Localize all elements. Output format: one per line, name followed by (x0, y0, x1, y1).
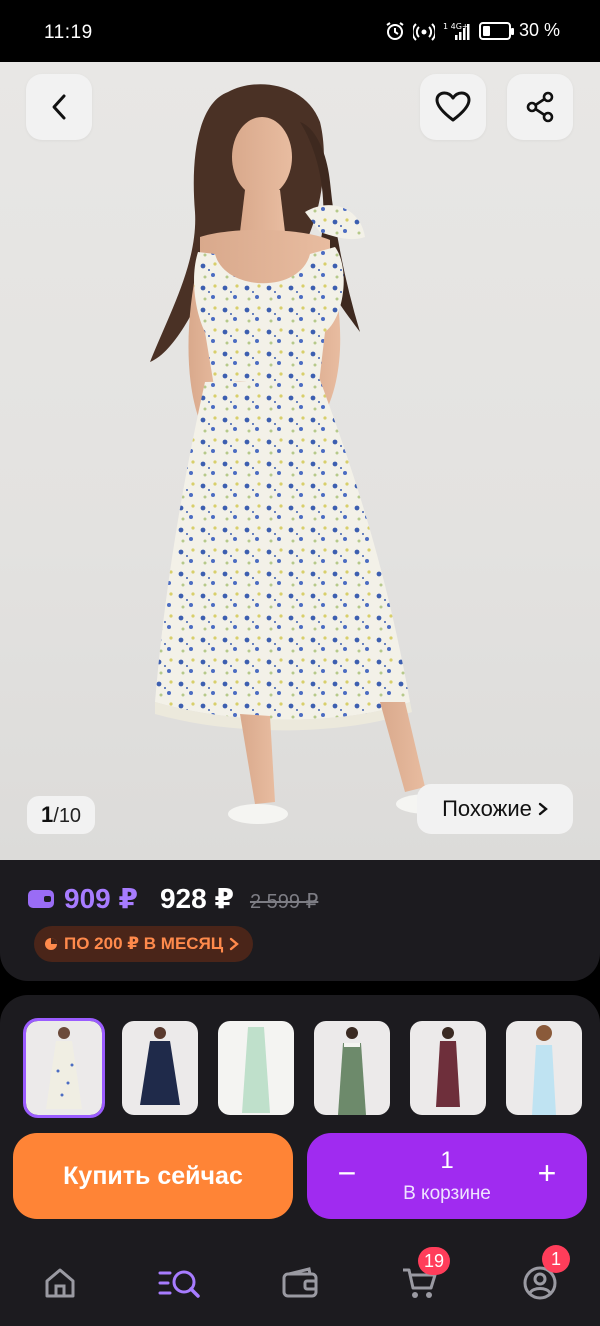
status-bar: 11:19 1 4G+ 30 % (0, 0, 600, 62)
nav-home[interactable] (38, 1261, 82, 1305)
chevron-right-icon (538, 802, 548, 816)
profile-badge: 1 (542, 1245, 570, 1273)
wallet-price: 909 ₽ (64, 883, 138, 914)
status-icons: 1 4G+ 30 % (385, 20, 560, 41)
chevron-right-icon (230, 937, 240, 951)
home-icon (45, 1268, 75, 1298)
variant-photo (46, 1027, 82, 1109)
battery-percent: 30 % (518, 20, 560, 40)
chevron-left-icon (52, 94, 66, 120)
cart-badge: 19 (418, 1247, 451, 1275)
battery-icon (478, 21, 514, 40)
alarm-icon (386, 21, 404, 40)
buy-now-button[interactable]: Купить сейчас (13, 1133, 293, 1219)
variant-thumbnails (23, 1018, 582, 1118)
installment-badge[interactable]: ПО 200 ₽ В МЕСЯЦ (34, 926, 254, 962)
nav-catalog[interactable] (158, 1261, 202, 1305)
wallet-icon (282, 1267, 318, 1298)
heart-icon (435, 91, 471, 122)
pie-chart-icon (45, 938, 57, 950)
favorite-button[interactable] (420, 74, 486, 140)
similar-button[interactable]: Похожие (417, 784, 573, 834)
bottom-navigation: 19 1 (0, 1235, 600, 1326)
old-price: 2 599 ₽ (249, 891, 319, 913)
hotspot-icon (412, 22, 435, 41)
catalog-search-icon (158, 1270, 200, 1298)
variant-photo (338, 1027, 366, 1115)
share-icon (526, 91, 554, 123)
variant-thumb[interactable] (314, 1021, 390, 1115)
variant-thumb[interactable] (23, 1018, 105, 1118)
product-photo (150, 84, 460, 824)
similar-label: Похожие (442, 796, 532, 821)
variant-thumb[interactable] (506, 1021, 582, 1115)
nav-wallet[interactable] (278, 1261, 322, 1305)
variant-photo (436, 1027, 460, 1107)
signal-icon: 1 4G+ (443, 22, 470, 40)
product-image-gallery[interactable]: 1/10 Похожие (0, 62, 600, 860)
price-row: 909 ₽ 928 ₽ 2 599 ₽ (28, 882, 318, 915)
variant-photo (140, 1027, 180, 1105)
back-button[interactable] (26, 74, 92, 140)
share-button[interactable] (507, 74, 573, 140)
cart-quantity-control: − 1 В корзине + (307, 1133, 587, 1219)
installment-label: ПО 200 ₽ В МЕСЯЦ (64, 934, 224, 953)
battery-level (482, 25, 490, 36)
increase-quantity-button[interactable]: + (531, 1157, 563, 1189)
bottom-panel: Купить сейчас − 1 В корзине + 19 1 (0, 995, 600, 1326)
status-time: 11:19 (44, 22, 93, 43)
buy-now-label: Купить сейчас (63, 1161, 243, 1190)
image-counter-total: 10 (58, 805, 82, 827)
price-panel: 909 ₽ 928 ₽ 2 599 ₽ ПО 200 ₽ В МЕСЯЦ (0, 860, 600, 981)
image-counter-current: 1 (41, 802, 54, 827)
variant-photo (242, 1027, 270, 1113)
variant-thumb[interactable] (122, 1021, 198, 1115)
variant-photo (532, 1025, 556, 1115)
variant-thumb[interactable] (410, 1021, 486, 1115)
wallet-icon (28, 890, 54, 908)
image-counter: 1/10 (27, 796, 96, 834)
variant-thumb[interactable] (218, 1021, 294, 1115)
current-price: 928 ₽ (159, 883, 234, 914)
